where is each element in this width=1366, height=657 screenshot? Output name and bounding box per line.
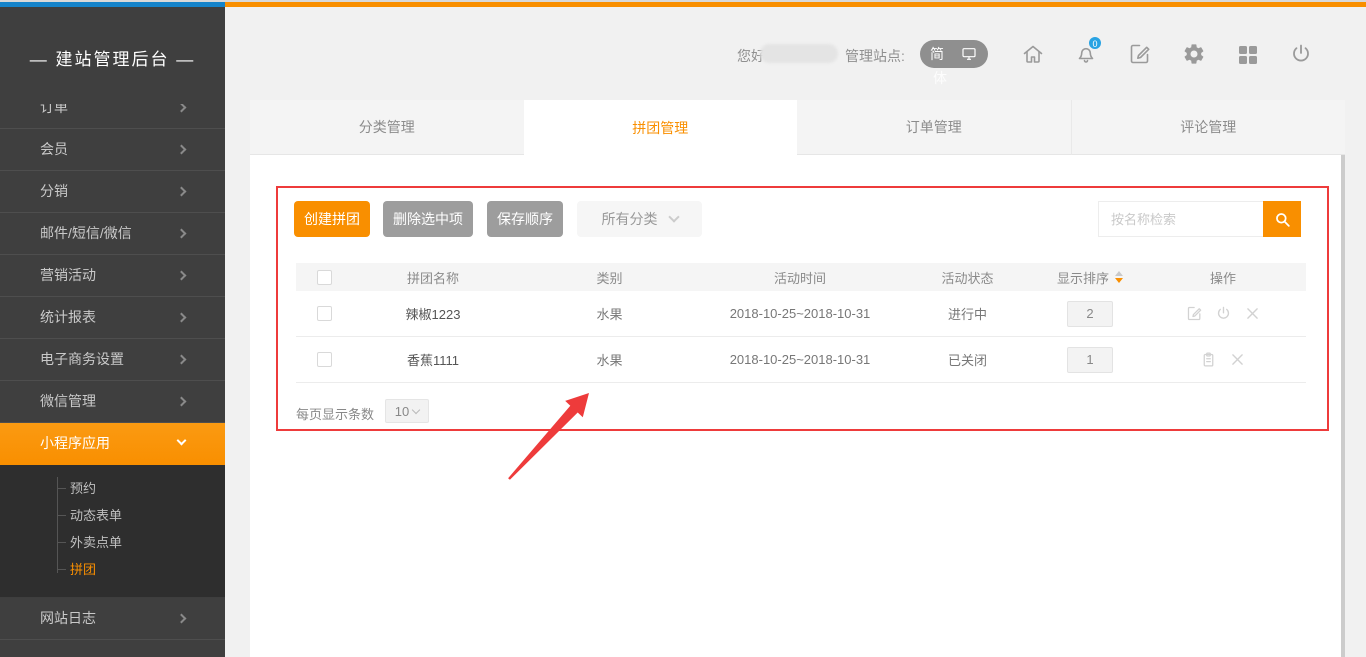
top-accent-orange [225,2,1366,7]
sort-order-input[interactable]: 2 [1067,301,1113,327]
monitor-icon [960,46,978,62]
sort-desc-icon [1115,278,1123,283]
create-groupbuy-button[interactable]: 创建拼团 [294,201,370,237]
chevron-right-icon [177,187,187,197]
language-toggle[interactable]: 简 [920,40,988,68]
gear-icon[interactable] [1182,42,1206,66]
sort-order-input[interactable]: 1 [1067,347,1113,373]
search-button[interactable] [1263,201,1301,237]
search-input[interactable] [1098,201,1263,237]
sidebar-subitem-dynamic-forms[interactable]: 动态表单 [0,502,225,529]
groupbuy-time: 2018-10-25~2018-10-31 [705,352,895,367]
search-icon [1273,210,1292,229]
tab-groupbuy-management[interactable]: 拼团管理 [524,100,798,155]
disable-power-icon[interactable] [1215,305,1232,322]
sidebar-item-mail-sms-wechat[interactable]: 邮件/短信/微信 [0,213,225,255]
sidebar-subitem-groupbuy[interactable]: 拼团 [0,556,225,583]
sidebar: — 建站管理后台 — 订单 会员 分销 邮件/短信/微信 营销活动 统计报表 电… [0,7,225,657]
row-checkbox[interactable] [317,306,332,321]
power-icon[interactable] [1289,42,1313,66]
sidebar-item-marketing[interactable]: 营销活动 [0,255,225,297]
page-size-label: 每页显示条数 [296,404,374,423]
report-clipboard-icon[interactable] [1200,351,1217,368]
table-row: 香蕉1111 水果 2018-10-25~2018-10-31 已关闭 1 [296,337,1306,383]
sidebar-item-site-logs[interactable]: 网站日志 [0,598,225,640]
col-sort-order: 显示排序 [1040,268,1140,287]
category-filter-dropdown[interactable]: 所有分类 [577,201,702,237]
sidebar-submenu: 预约 动态表单 外卖点单 拼团 [0,465,225,598]
chevron-right-icon [177,355,187,365]
chevron-right-icon [177,104,187,112]
tab-bar: 分类管理 拼团管理 订单管理 评论管理 [250,100,1345,155]
tab-review-management[interactable]: 评论管理 [1071,100,1346,155]
groupbuy-time: 2018-10-25~2018-10-31 [705,306,895,321]
sidebar-item-members[interactable]: 会员 [0,129,225,171]
chevron-down-icon [177,436,187,446]
sidebar-title: — 建站管理后台 — [0,45,225,70]
page-size-value: 10 [395,404,409,419]
sidebar-item-wechat-management[interactable]: 微信管理 [0,381,225,423]
compose-icon[interactable] [1128,42,1152,66]
chevron-down-icon [668,211,679,222]
edit-icon[interactable] [1186,305,1203,322]
groupbuy-status: 已关闭 [895,350,1040,369]
delete-x-icon[interactable] [1244,305,1261,322]
col-actions: 操作 [1140,268,1306,287]
category-filter-label: 所有分类 [602,209,658,229]
col-name: 拼团名称 [352,268,514,287]
sidebar-item-statistics[interactable]: 统计报表 [0,297,225,339]
notifications-button[interactable]: 0 [1074,41,1098,65]
chevron-right-icon [177,397,187,407]
chevron-right-icon [177,229,187,239]
groupbuy-name: 辣椒1223 [352,304,514,323]
table-header: 拼团名称 类别 活动时间 活动状态 显示排序 操作 [296,263,1306,291]
groupbuy-category: 水果 [514,350,705,369]
select-all-checkbox[interactable] [317,270,332,285]
notification-badge: 0 [1088,36,1102,50]
col-status: 活动状态 [895,268,1040,287]
sidebar-item-orders[interactable]: 订单 [0,104,225,129]
site-label: 管理站点: [845,46,905,66]
page-size-select[interactable]: 10 [385,399,429,423]
apps-grid-icon[interactable] [1236,43,1260,67]
tab-category-management[interactable]: 分类管理 [250,100,524,155]
sort-asc-icon [1115,271,1123,276]
save-order-button[interactable]: 保存顺序 [487,201,563,237]
row-checkbox[interactable] [317,352,332,367]
groupbuy-name: 香蕉1111 [352,350,514,369]
delete-x-icon[interactable] [1229,351,1246,368]
chevron-right-icon [177,313,187,323]
delete-selected-button[interactable]: 删除选中项 [383,201,473,237]
sidebar-subitem-booking[interactable]: 预约 [0,475,225,502]
table-row: 辣椒1223 水果 2018-10-25~2018-10-31 进行中 2 [296,291,1306,337]
sidebar-item-miniprogram-apps[interactable]: 小程序应用 [0,423,225,465]
tab-order-management[interactable]: 订单管理 [797,100,1071,155]
chevron-down-icon [412,405,420,413]
sidebar-item-ecommerce-settings[interactable]: 电子商务设置 [0,339,225,381]
chevron-right-icon [177,145,187,155]
chevron-right-icon [177,614,187,624]
sort-toggle[interactable] [1115,271,1123,283]
home-icon[interactable] [1021,42,1045,66]
groupbuy-status: 进行中 [895,304,1040,323]
sidebar-menu: 订单 会员 分销 邮件/短信/微信 营销活动 统计报表 电子商务设置 微信管理 … [0,104,225,640]
admin-page: — 建站管理后台 — 订单 会员 分销 邮件/短信/微信 营销活动 统计报表 电… [0,0,1366,657]
language-label: 简 [930,44,944,64]
col-time: 活动时间 [705,268,895,287]
language-label-overflow: 体 [933,68,947,88]
groupbuy-category: 水果 [514,304,705,323]
username-redacted [760,44,838,63]
scrollbar[interactable] [1341,155,1345,657]
sidebar-item-distribution[interactable]: 分销 [0,171,225,213]
chevron-right-icon [177,271,187,281]
col-category: 类别 [514,268,705,287]
sidebar-subitem-takeout-order[interactable]: 外卖点单 [0,529,225,556]
